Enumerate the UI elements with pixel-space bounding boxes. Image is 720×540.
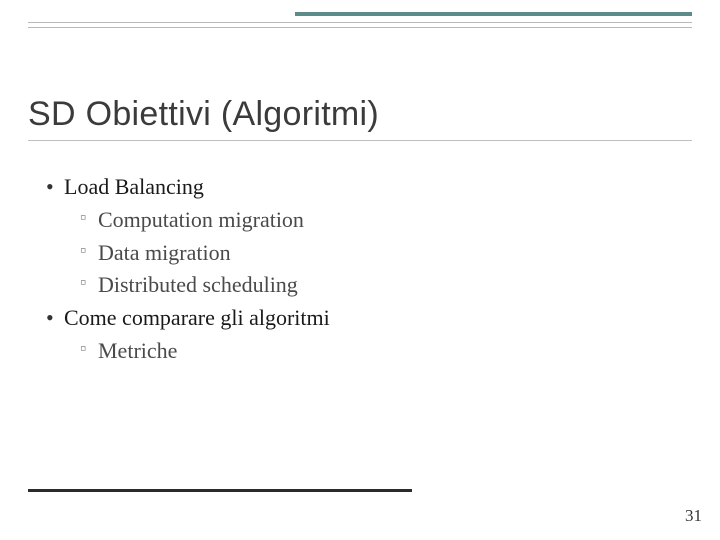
bullet-level1: • Come comparare gli algoritmi (46, 303, 670, 334)
bullet-square-icon: ▫ (80, 238, 98, 269)
bullet-text: Computation migration (98, 205, 304, 236)
accent-bar (295, 12, 692, 16)
bullet-level2: ▫ Computation migration (46, 205, 670, 236)
bullet-level1: • Load Balancing (46, 172, 670, 203)
bullet-text: Metriche (98, 336, 177, 367)
bullet-dot-icon: • (46, 303, 64, 334)
title-underline (28, 140, 692, 141)
bullet-text: Load Balancing (64, 172, 204, 203)
bullet-text: Come comparare gli algoritmi (64, 303, 330, 334)
bullet-text: Data migration (98, 238, 231, 269)
slide-title: SD Obiettivi (Algoritmi) (28, 95, 692, 134)
bullet-level2: ▫ Data migration (46, 238, 670, 269)
bullet-square-icon: ▫ (80, 270, 98, 301)
thin-rule-1 (28, 22, 692, 23)
bullet-level2: ▫ Distributed scheduling (46, 270, 670, 301)
bullet-text: Distributed scheduling (98, 270, 298, 301)
bullet-dot-icon: • (46, 172, 64, 203)
bottom-rule (28, 489, 412, 492)
bullet-square-icon: ▫ (80, 336, 98, 367)
bullet-level2: ▫ Metriche (46, 336, 670, 367)
bullet-square-icon: ▫ (80, 205, 98, 236)
page-number: 31 (685, 506, 702, 526)
slide-body: • Load Balancing ▫ Computation migration… (46, 172, 670, 369)
thin-rule-2 (28, 27, 692, 28)
slide: SD Obiettivi (Algoritmi) • Load Balancin… (0, 0, 720, 540)
